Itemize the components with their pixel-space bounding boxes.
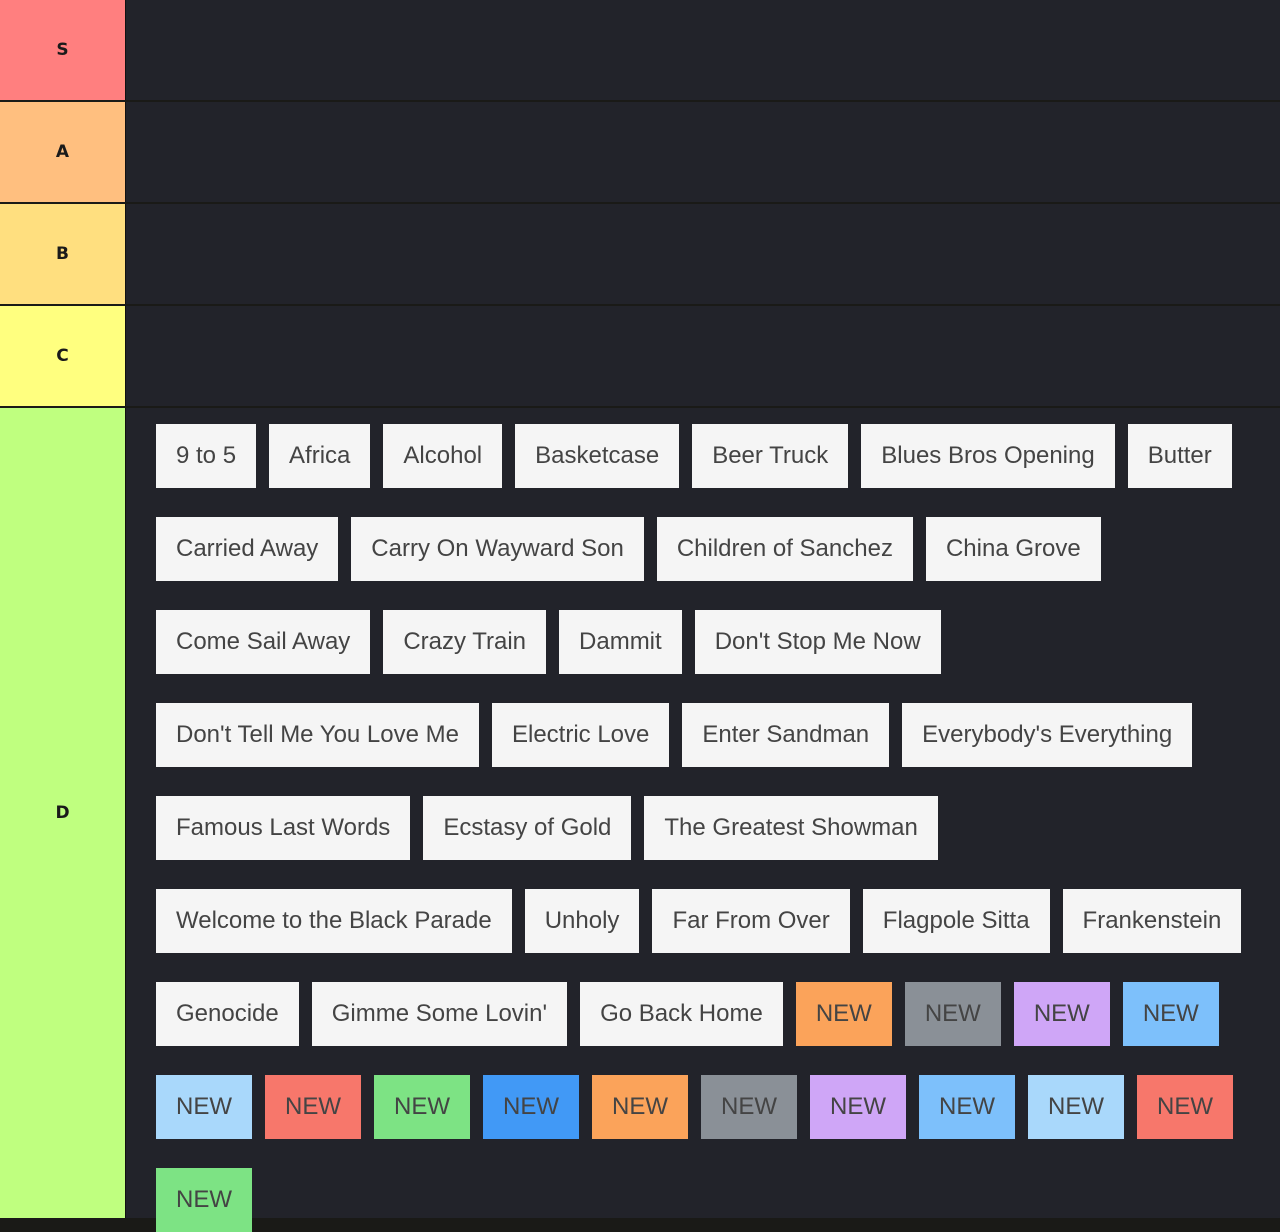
tier-label-b[interactable]: B	[0, 204, 125, 304]
tier-item[interactable]: NEW	[795, 982, 892, 1046]
tier-item[interactable]: The Greatest Showman	[644, 796, 938, 860]
tier-item[interactable]: NEW	[919, 1075, 1015, 1139]
tier-item[interactable]: Welcome to the Black Parade	[156, 889, 512, 953]
tier-item[interactable]: Dammit	[559, 610, 682, 674]
tier-item[interactable]: NEW	[701, 1075, 797, 1139]
tier-row-b: B	[0, 204, 1280, 306]
tier-item[interactable]: NEW	[1122, 982, 1219, 1046]
tier-item[interactable]: Crazy Train	[383, 610, 547, 674]
tier-item[interactable]: China Grove	[925, 517, 1101, 581]
tier-item[interactable]: Alcohol	[383, 424, 503, 488]
tier-item[interactable]: NEW	[374, 1075, 470, 1139]
tier-item[interactable]: Beer Truck	[692, 424, 849, 488]
tier-item[interactable]: 9 to 5	[156, 424, 257, 488]
tier-item[interactable]: Basketcase	[515, 424, 680, 488]
tier-items-s[interactable]	[125, 0, 1280, 100]
tier-label-a[interactable]: A	[0, 102, 125, 202]
tier-item[interactable]: Electric Love	[491, 703, 670, 767]
tier-item[interactable]: NEW	[1013, 982, 1110, 1046]
tier-item[interactable]: Far From Over	[652, 889, 850, 953]
tier-item[interactable]: NEW	[1137, 1075, 1233, 1139]
tier-item[interactable]: NEW	[156, 1075, 252, 1139]
tier-item[interactable]: Genocide	[156, 982, 299, 1046]
tier-item[interactable]: NEW	[810, 1075, 906, 1139]
tier-row-a: A	[0, 102, 1280, 204]
tier-item[interactable]: Don't Tell Me You Love Me	[156, 703, 479, 767]
tier-item[interactable]: Famous Last Words	[156, 796, 411, 860]
tier-item[interactable]: Carry On Wayward Son	[351, 517, 644, 581]
tier-item[interactable]: Enter Sandman	[682, 703, 890, 767]
tier-row-c: C	[0, 306, 1280, 408]
tier-item[interactable]: Unholy	[524, 889, 640, 953]
tier-label-d[interactable]: D	[0, 408, 125, 1218]
tier-item[interactable]: Ecstasy of Gold	[423, 796, 632, 860]
tier-items-d[interactable]: 9 to 5 Africa Alcohol Basketcase Beer Truck B…	[125, 408, 1280, 1232]
tier-row-s: S	[0, 0, 1280, 102]
tier-label-s[interactable]: S	[0, 0, 125, 100]
tier-item[interactable]: NEW	[1028, 1075, 1124, 1139]
tier-item[interactable]: Carried Away	[156, 517, 339, 581]
tier-items-b[interactable]	[125, 204, 1280, 304]
tier-item[interactable]: NEW	[592, 1075, 688, 1139]
tier-items-c[interactable]	[125, 306, 1280, 406]
tier-row-d: D 9 to 5 Africa Alcohol Basketcase Beer Truc…	[0, 408, 1280, 1232]
tier-item[interactable]: Flagpole Sitta	[862, 889, 1050, 953]
tier-items-a[interactable]	[125, 102, 1280, 202]
tier-item[interactable]: Children of Sanchez	[656, 517, 913, 581]
tier-item[interactable]: NEW	[265, 1075, 361, 1139]
tier-item[interactable]: Frankenstein	[1062, 889, 1242, 953]
tier-item[interactable]: Go Back Home	[580, 982, 783, 1046]
tier-item[interactable]: Gimme Some Lovin'	[311, 982, 568, 1046]
tier-list: S A B C D 9 to 5 Africa Alcohol Basketcase B…	[0, 0, 1280, 1232]
tier-item[interactable]: NEW	[156, 1168, 252, 1232]
tier-item[interactable]: Africa	[269, 424, 371, 488]
tier-label-c[interactable]: C	[0, 306, 125, 406]
tier-item[interactable]: Butter	[1127, 424, 1232, 488]
tier-item[interactable]: NEW	[904, 982, 1001, 1046]
tier-item[interactable]: Don't Stop Me Now	[694, 610, 941, 674]
tier-item[interactable]: NEW	[483, 1075, 579, 1139]
tier-item[interactable]: Everybody's Everything	[902, 703, 1193, 767]
tier-item[interactable]: Come Sail Away	[156, 610, 371, 674]
tier-item[interactable]: Blues Bros Opening	[861, 424, 1115, 488]
